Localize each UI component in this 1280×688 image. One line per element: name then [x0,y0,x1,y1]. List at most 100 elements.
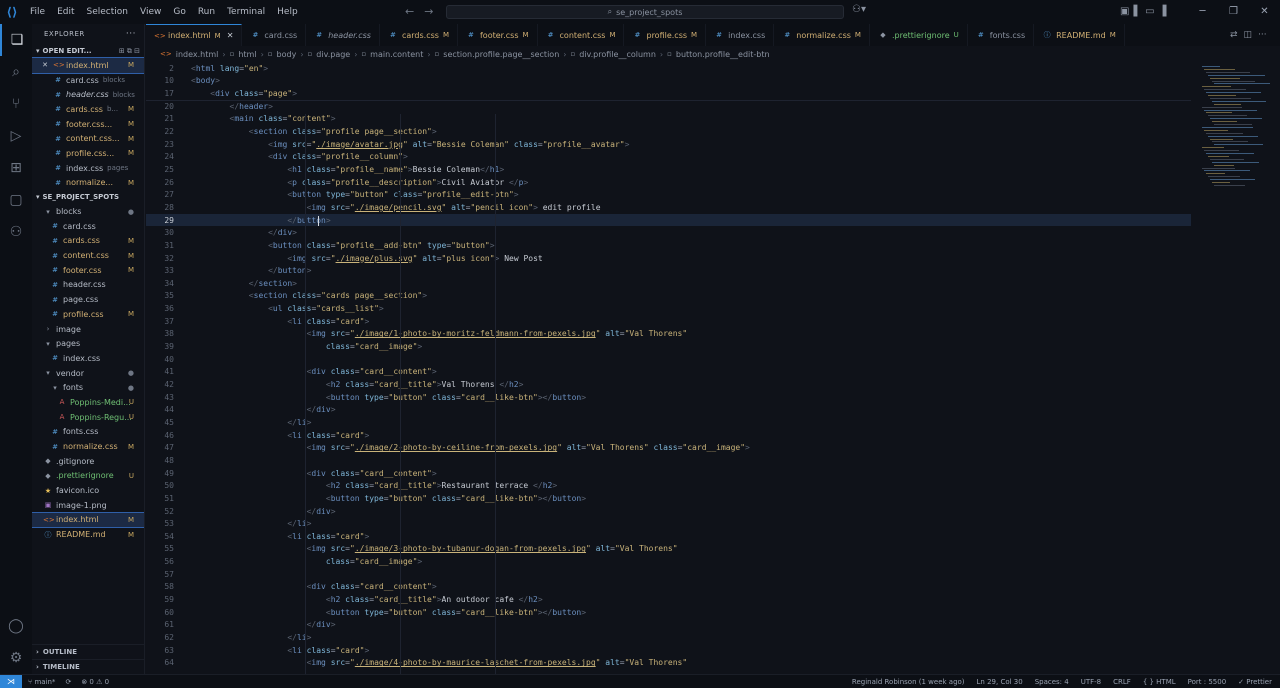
code-line[interactable]: 62 </li> [146,631,1191,644]
indentation[interactable]: Spaces: 4 [1035,678,1069,686]
command-center-search[interactable]: ⌕ se_project_spots [446,5,844,19]
file-item[interactable]: # header.css [32,278,144,293]
git-branch[interactable]: ⑂ main* [28,678,55,686]
code-line[interactable]: 22 <section class="profile page__section… [146,125,1191,138]
code-line[interactable]: 48 [146,454,1191,467]
code-line[interactable]: 23 <img src="./image/avatar.jpg" alt="Be… [146,138,1191,151]
close-tab-icon[interactable]: ✕ [227,31,234,40]
code-line[interactable]: 63 <li class="card"> [146,644,1191,657]
forward-arrow-icon[interactable]: → [424,0,433,24]
open-editor-item[interactable]: # normalize... M [32,176,144,191]
editor-tab[interactable]: # footer.css M [458,24,538,46]
git-blame[interactable]: Reginald Robinson (1 week ago) [852,678,965,686]
extensions-icon[interactable]: ⊞ [0,152,32,184]
open-editor-item[interactable]: ✕ <> index.html M [32,57,144,74]
file-item[interactable]: # content.css M [32,248,144,263]
code-line[interactable]: 17 <div class="page"> [146,87,1191,100]
code-line[interactable]: 27 <button type="button" class="profile_… [146,189,1191,202]
open-editor-item[interactable]: # header.css blocks [32,87,144,102]
back-arrow-icon[interactable]: ← [405,0,414,24]
editor-tab[interactable]: ◆ .prettierignore U [870,24,968,46]
code-line[interactable]: 43 <button type="button" class="card__li… [146,391,1191,404]
file-item[interactable]: <> index.html M [32,511,144,529]
sync-icon[interactable]: ⟳ [65,678,71,686]
code-line[interactable]: 47 <img src="./image/2-photo-by-ceiline-… [146,442,1191,455]
code-line[interactable]: 56 class="card__image"> [146,555,1191,568]
cursor-position[interactable]: Ln 29, Col 30 [977,678,1023,686]
code-line[interactable]: 64 <img src="./image/4-photo-by-maurice-… [146,657,1191,670]
code-line[interactable]: 59 <h2 class="card__title">An outdoor ca… [146,593,1191,606]
code-line[interactable]: 28 <img src="./image/pencil.svg" alt="pe… [146,201,1191,214]
menu-go[interactable]: Go [167,0,191,24]
code-line[interactable]: 29 </button> [146,213,1191,227]
code-line[interactable]: 54 <li class="card"> [146,530,1191,543]
close-window-icon[interactable]: ✕ [1249,0,1280,24]
code-line[interactable]: 57 [146,568,1191,581]
source-control-icon[interactable]: ⑂ [0,88,32,120]
folder-item[interactable]: ▾ blocks ● [32,204,144,219]
close-icon[interactable]: ✕ [40,61,50,69]
editor-tab[interactable]: # header.css [306,24,380,46]
code-line[interactable]: 55 <img src="./image/3-photo-by-tubanur-… [146,543,1191,556]
more-editor-actions-icon[interactable]: ··· [1258,30,1267,40]
code-line[interactable]: 31 <button class="profile__add-btn" type… [146,239,1191,252]
code-line[interactable]: 53 </li> [146,517,1191,530]
minimap[interactable] [1196,62,1280,674]
file-item[interactable]: # profile.css M [32,307,144,322]
code-line[interactable]: 58 <div class="card__content"> [146,581,1191,594]
breadcrumb-item[interactable]: section.profile.page__section [443,50,559,59]
code-line[interactable]: 40 [146,353,1191,366]
file-item[interactable]: A Poppins-Medi... U [32,395,144,410]
folder-item[interactable]: ▾ pages [32,336,144,351]
open-editor-item[interactable]: # index.css pages [32,161,144,176]
code-line[interactable]: 33 </button> [146,264,1191,277]
toggle-secondary-sidebar-icon[interactable]: ▐ [1159,0,1167,24]
run-debug-icon[interactable]: ▷ [0,120,32,152]
editor-tab[interactable]: # profile.css M [624,24,707,46]
menu-file[interactable]: File [24,0,51,24]
code-line[interactable]: 61 </div> [146,619,1191,632]
language-mode[interactable]: { } HTML [1143,678,1176,686]
open-editor-item[interactable]: # profile.css... M [32,146,144,161]
code-line[interactable]: 21 <main class="content"> [146,113,1191,126]
file-item[interactable]: # footer.css M [32,263,144,278]
file-item[interactable]: ◆ .prettierignore U [32,469,144,484]
menu-edit[interactable]: Edit [51,0,80,24]
breadcrumb-item[interactable]: html [238,50,256,59]
code-line[interactable]: 10 <body> [146,75,1191,88]
outline-section[interactable]: › OUTLINE [32,644,144,658]
remote-explorer-icon[interactable]: ▢ [0,184,32,216]
open-editor-item[interactable]: # cards.css b... M [32,102,144,117]
editor-tab[interactable]: # normalize.css M [774,24,870,46]
split-editor-icon[interactable]: ◫ [1244,30,1253,40]
code-line[interactable]: 37 <li class="card"> [146,315,1191,328]
file-item[interactable]: # index.css [32,351,144,366]
code-line[interactable]: 26 <p class="profile__description">Civil… [146,176,1191,189]
open-editor-item[interactable]: # card.css blocks [32,73,144,88]
account-icon[interactable]: ◯ [0,610,32,642]
file-item[interactable]: ★ favicon.ico [32,483,144,498]
code-line[interactable]: 52 </div> [146,505,1191,518]
search-view-icon[interactable]: ⌕ [0,56,32,88]
project-section[interactable]: ▾ SE_PROJECT_SPOTS [32,190,144,204]
file-item[interactable]: # page.css [32,292,144,307]
breadcrumb-item[interactable]: div.profile__column [579,50,656,59]
breadcrumb-item[interactable]: body [277,50,297,59]
minimize-icon[interactable]: ─ [1187,0,1218,24]
folder-item[interactable]: › image [32,322,144,337]
editor-tab[interactable]: # fonts.css [968,24,1035,46]
copilot-icon[interactable]: ⚇▾ [852,4,866,15]
code-line[interactable]: 35 <section class="cards page__section"> [146,290,1191,303]
timeline-section[interactable]: › TIMELINE [32,659,144,673]
editor-tab[interactable]: # card.css [242,24,307,46]
editor-tab[interactable]: # cards.css M [380,24,458,46]
settings-gear-icon[interactable]: ⚙ [0,642,32,674]
code-line[interactable]: 60 <button type="button" class="card__li… [146,606,1191,619]
code-line[interactable]: 50 <h2 class="card__title">Restaurant te… [146,479,1191,492]
file-item[interactable]: ▣ image-1.png [32,498,144,513]
explorer-icon[interactable]: ❏ [0,24,32,56]
file-item[interactable]: # card.css [32,219,144,234]
live-server-port[interactable]: Port : 5500 [1188,678,1227,686]
more-actions-icon[interactable]: ··· [126,29,144,39]
menu-selection[interactable]: Selection [81,0,134,24]
